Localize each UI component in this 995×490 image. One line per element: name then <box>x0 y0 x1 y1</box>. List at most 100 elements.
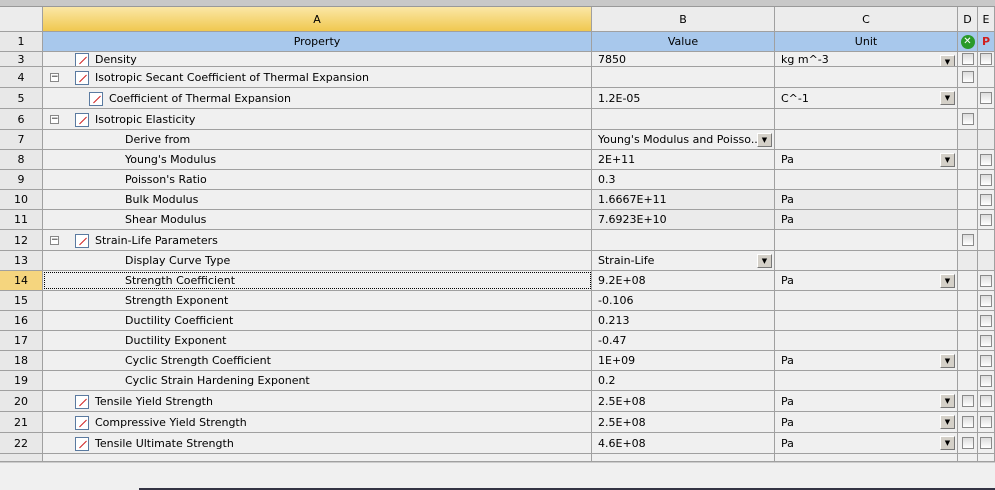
suppress-checkbox[interactable] <box>961 416 974 428</box>
property-cell[interactable]: Ductility Exponent <box>43 331 592 350</box>
unit-cell[interactable]: Pa ▼ <box>775 271 958 290</box>
row-number[interactable]: 20 <box>0 391 43 411</box>
value-cell[interactable] <box>592 109 775 129</box>
unit-cell[interactable]: Pa <box>775 190 958 209</box>
value-cell[interactable]: Young's Modulus and Poisso... ▼ <box>592 130 775 149</box>
row-number[interactable]: 8 <box>0 150 43 169</box>
table-row[interactable]: 3 Density 7850 kg m^-3 ▼ <box>0 52 995 67</box>
property-cell[interactable]: Poisson's Ratio <box>43 170 592 189</box>
table-row[interactable]: 19 Cyclic Strain Hardening Exponent 0.2 <box>0 371 995 391</box>
table-row[interactable]: 4 − Isotropic Secant Coefficient of Therm… <box>0 67 995 88</box>
value-cell[interactable]: Strain-Life ▼ <box>592 251 775 270</box>
unit-cell[interactable]: Pa ▼ <box>775 412 958 432</box>
table-row[interactable]: 15 Strength Exponent -0.106 <box>0 291 995 311</box>
dropdown-arrow-icon[interactable]: ▼ <box>940 415 955 429</box>
value-cell[interactable]: 9.2E+08 <box>592 271 775 290</box>
row-number[interactable]: 5 <box>0 88 43 108</box>
unit-cell[interactable] <box>775 230 958 250</box>
collapse-toggle[interactable]: − <box>50 72 59 82</box>
value-cell[interactable]: 2.5E+08 <box>592 391 775 411</box>
property-cell[interactable]: Strength Coefficient <box>43 271 592 290</box>
column-header-e[interactable]: E <box>978 7 995 31</box>
property-cell[interactable]: Young's Modulus <box>43 150 592 169</box>
parameter-checkbox[interactable] <box>980 374 992 387</box>
property-cell[interactable]: Cyclic Strain Hardening Exponent <box>43 371 592 390</box>
row-number[interactable]: 12 <box>0 230 43 250</box>
parameter-checkbox[interactable] <box>980 173 992 186</box>
unit-cell[interactable] <box>775 371 958 390</box>
unit-cell[interactable]: Pa ▼ <box>775 433 958 453</box>
unit-cell[interactable]: Pa ▼ <box>775 351 958 370</box>
value-cell[interactable]: 0.3 <box>592 170 775 189</box>
property-cell[interactable]: Tensile Yield Strength <box>43 391 592 411</box>
value-cell[interactable]: 7.6923E+10 <box>592 210 775 229</box>
suppress-checkbox[interactable] <box>961 234 974 246</box>
unit-cell[interactable] <box>775 291 958 310</box>
table-row[interactable]: 20 Tensile Yield Strength 2.5E+08 Pa ▼ <box>0 391 995 412</box>
parameter-checkbox[interactable] <box>980 354 992 367</box>
property-cell[interactable]: − Isotropic Elasticity <box>43 109 592 129</box>
property-cell[interactable]: Shear Modulus <box>43 210 592 229</box>
table-row[interactable]: 17 Ductility Exponent -0.47 <box>0 331 995 351</box>
unit-cell[interactable] <box>775 251 958 270</box>
parameter-checkbox[interactable] <box>980 193 992 206</box>
row-number[interactable]: 14 <box>0 271 43 290</box>
unit-cell[interactable] <box>775 331 958 350</box>
property-cell[interactable]: Coefficient of Thermal Expansion <box>43 88 592 108</box>
property-cell[interactable]: Derive from <box>43 130 592 149</box>
parameter-checkbox[interactable] <box>980 92 992 104</box>
table-row[interactable]: 10 Bulk Modulus 1.6667E+11 Pa <box>0 190 995 210</box>
unit-cell[interactable]: Pa ▼ <box>775 150 958 169</box>
value-cell[interactable]: -0.106 <box>592 291 775 310</box>
parameter-checkbox[interactable] <box>980 53 992 65</box>
dropdown-arrow-icon[interactable]: ▼ <box>940 55 955 66</box>
unit-cell[interactable] <box>775 170 958 189</box>
parameter-checkbox[interactable] <box>980 395 992 407</box>
row-number[interactable]: 17 <box>0 331 43 350</box>
row-number[interactable]: 13 <box>0 251 43 270</box>
dropdown-arrow-icon[interactable]: ▼ <box>940 153 955 167</box>
property-cell[interactable]: − Strain-Life Parameters <box>43 230 592 250</box>
collapse-toggle[interactable]: − <box>50 114 59 124</box>
property-cell[interactable]: Cyclic Strength Coefficient <box>43 351 592 370</box>
table-row[interactable]: 7 Derive from Young's Modulus and Poisso… <box>0 130 995 150</box>
row-number[interactable]: 4 <box>0 67 43 87</box>
suppress-checkbox[interactable] <box>961 437 974 449</box>
table-row[interactable]: 6 − Isotropic Elasticity <box>0 109 995 130</box>
value-cell[interactable] <box>592 230 775 250</box>
suppress-checkbox[interactable] <box>961 395 974 407</box>
row-number[interactable]: 10 <box>0 190 43 209</box>
table-row[interactable]: 21 Compressive Yield Strength 2.5E+08 Pa… <box>0 412 995 433</box>
column-header-b[interactable]: B <box>592 7 775 31</box>
row-number[interactable]: 7 <box>0 130 43 149</box>
table-row[interactable]: 13 Display Curve Type Strain-Life ▼ <box>0 251 995 271</box>
row-number[interactable]: 6 <box>0 109 43 129</box>
value-cell[interactable]: -0.47 <box>592 331 775 350</box>
unit-cell[interactable]: C^-1 ▼ <box>775 88 958 108</box>
value-cell[interactable]: 0.213 <box>592 311 775 330</box>
table-row[interactable]: 11 Shear Modulus 7.6923E+10 Pa <box>0 210 995 230</box>
unit-cell[interactable]: Pa <box>775 210 958 229</box>
table-row[interactable]: 18 Cyclic Strength Coefficient 1E+09 Pa ▼ <box>0 351 995 371</box>
column-header-a[interactable]: A <box>43 7 592 31</box>
value-cell[interactable]: 0.2 <box>592 371 775 390</box>
parameter-checkbox[interactable] <box>980 334 992 347</box>
unit-cell[interactable]: kg m^-3 ▼ <box>775 52 958 66</box>
parameter-checkbox[interactable] <box>980 153 992 166</box>
table-row[interactable]: 12 − Strain-Life Parameters <box>0 230 995 251</box>
table-row[interactable]: 16 Ductility Coefficient 0.213 <box>0 311 995 331</box>
parameter-checkbox[interactable] <box>980 213 992 226</box>
row-number[interactable]: 9 <box>0 170 43 189</box>
value-cell[interactable]: 1E+09 <box>592 351 775 370</box>
suppress-checkbox[interactable] <box>961 113 974 125</box>
row-number[interactable]: 3 <box>0 52 43 66</box>
row-number[interactable]: 22 <box>0 433 43 453</box>
row-number[interactable]: 19 <box>0 371 43 390</box>
row-number[interactable]: 15 <box>0 291 43 310</box>
value-cell[interactable]: 4.6E+08 <box>592 433 775 453</box>
table-row[interactable]: 5 Coefficient of Thermal Expansion 1.2E-… <box>0 88 995 109</box>
parameter-checkbox[interactable] <box>980 416 992 428</box>
unit-cell[interactable] <box>775 130 958 149</box>
parameter-checkbox[interactable] <box>980 437 992 449</box>
parameter-checkbox[interactable] <box>980 294 992 307</box>
